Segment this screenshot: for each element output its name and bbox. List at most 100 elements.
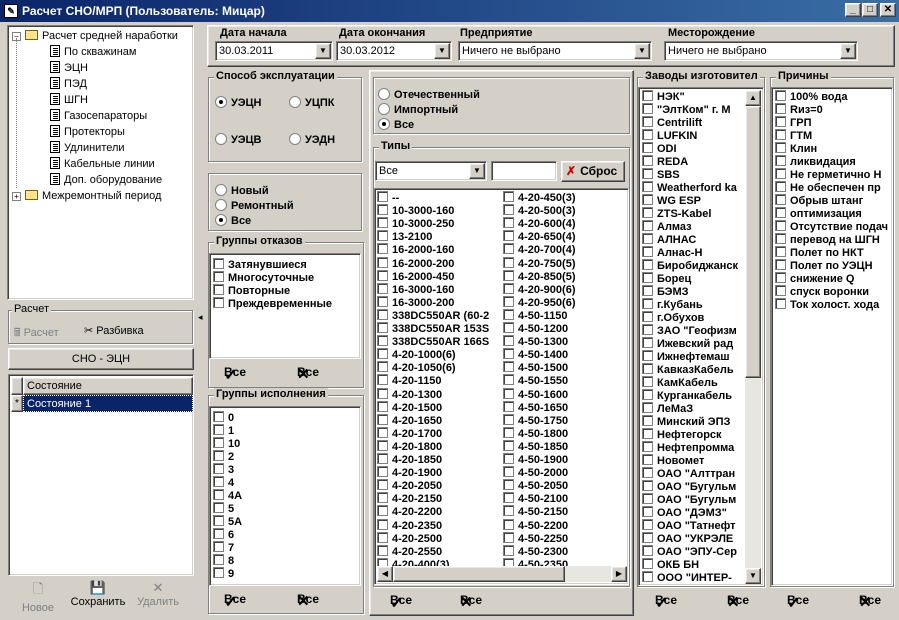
factories-scroll-thumb[interactable] xyxy=(745,106,761,378)
type-item[interactable]: 4-20-2500 xyxy=(377,531,442,545)
checkbox[interactable] xyxy=(377,243,388,255)
type-item[interactable]: 4-50-2050 xyxy=(503,479,568,492)
type-item[interactable]: 4-50-1400 xyxy=(503,348,568,361)
exec-group-item[interactable]: 8 xyxy=(213,554,234,567)
exploitation-option[interactable]: УЭЦВ xyxy=(215,133,262,146)
checkbox[interactable] xyxy=(377,348,388,360)
scroll-down-arrow-icon[interactable]: ▼ xyxy=(745,568,761,584)
checkbox[interactable] xyxy=(377,426,388,438)
checkbox[interactable] xyxy=(642,376,653,387)
factory-item[interactable]: Алмаз xyxy=(642,220,692,233)
condition-option[interactable]: Все xyxy=(215,214,251,227)
checkbox[interactable] xyxy=(642,467,653,478)
type-item[interactable]: 4-20-2550 xyxy=(377,544,442,558)
type-item[interactable]: 338DC550AR (60-2 xyxy=(377,308,489,322)
exploitation-option[interactable]: УЭЦН xyxy=(215,96,262,109)
type-item[interactable]: 4-50-1550 xyxy=(503,374,568,387)
save-button[interactable]: 💾 Сохранить xyxy=(68,580,128,608)
factory-item[interactable]: г.Кубань xyxy=(642,298,703,311)
type-item[interactable]: 4-50-1200 xyxy=(503,322,568,335)
checkbox[interactable] xyxy=(642,311,653,322)
checkbox[interactable] xyxy=(377,413,388,425)
factory-item[interactable]: LUFKIN xyxy=(642,129,697,142)
factory-item[interactable]: АЛНАС xyxy=(642,233,696,246)
origin-option[interactable]: Все xyxy=(378,118,414,131)
type-item[interactable]: 4-50-2200 xyxy=(503,518,568,532)
reason-item[interactable]: ГРП xyxy=(775,116,811,129)
factory-item[interactable]: SBS xyxy=(642,168,680,181)
exploitation-option[interactable]: УЦПК xyxy=(289,96,335,109)
condition-option[interactable]: Новый xyxy=(215,184,269,197)
checkbox[interactable] xyxy=(503,439,514,451)
factory-item[interactable]: Новомет xyxy=(642,454,704,467)
checkbox[interactable] xyxy=(377,230,388,242)
checkbox[interactable] xyxy=(213,554,224,565)
type-item[interactable]: 4-20-1900 xyxy=(377,466,442,479)
checkbox[interactable] xyxy=(503,256,514,268)
checkbox[interactable] xyxy=(377,453,388,464)
checkbox[interactable] xyxy=(642,285,653,296)
type-item[interactable]: 16-3000-160 xyxy=(377,282,454,296)
type-item[interactable]: -- xyxy=(377,191,399,204)
checkbox[interactable] xyxy=(377,256,388,268)
checkbox[interactable] xyxy=(642,493,653,504)
type-item[interactable]: 13-2100 xyxy=(377,230,432,243)
checkbox[interactable] xyxy=(503,492,514,504)
checkbox[interactable] xyxy=(642,415,653,426)
factory-item[interactable]: Минский ЭПЗ xyxy=(642,415,730,428)
type-item[interactable]: 4-20-650(4) xyxy=(503,230,575,243)
checkbox[interactable] xyxy=(642,454,653,465)
checkbox[interactable] xyxy=(213,297,224,308)
exploitation-option[interactable]: УЭДН xyxy=(289,133,335,146)
checkbox[interactable] xyxy=(775,168,786,179)
checkbox[interactable] xyxy=(642,246,653,257)
type-item[interactable]: 4-50-2150 xyxy=(503,505,568,518)
checkbox[interactable] xyxy=(503,308,514,320)
checkbox[interactable] xyxy=(775,194,786,205)
state-grid[interactable]: Состояние * Состояние 1 xyxy=(8,374,194,576)
checkbox[interactable] xyxy=(503,531,514,543)
factory-item[interactable]: Нефтепромма xyxy=(642,441,734,454)
checkbox[interactable] xyxy=(642,142,653,153)
type-item[interactable]: 338DC550AR 153S xyxy=(377,322,489,335)
tree-node-child[interactable]: Кабельные линии xyxy=(50,156,155,172)
type-item[interactable]: 16-2000-160 xyxy=(377,243,454,256)
tree-node-child[interactable]: Удлинители xyxy=(50,140,125,156)
checkbox[interactable] xyxy=(775,233,786,244)
checkbox[interactable] xyxy=(775,285,786,296)
checkbox[interactable] xyxy=(377,492,388,504)
dropdown-arrow-icon[interactable]: ▼ xyxy=(469,163,485,179)
checkbox[interactable] xyxy=(503,466,514,478)
exec-group-item[interactable]: 1 xyxy=(213,424,234,437)
checkbox[interactable] xyxy=(377,466,388,478)
radio-button[interactable] xyxy=(215,184,227,196)
checkbox[interactable] xyxy=(377,387,388,399)
checkbox[interactable] xyxy=(503,400,514,412)
factory-item[interactable]: ODI xyxy=(642,142,677,155)
type-item[interactable]: 4-20-2150 xyxy=(377,492,442,505)
checkbox[interactable] xyxy=(377,374,388,386)
checkbox[interactable] xyxy=(775,181,786,192)
factory-item[interactable]: ООО "ИНТЕР- xyxy=(642,571,732,584)
checkbox[interactable] xyxy=(503,348,514,360)
checkbox[interactable] xyxy=(642,519,653,530)
checkbox[interactable] xyxy=(775,142,786,153)
type-item[interactable]: 4-20-750(5) xyxy=(503,256,575,270)
tree-node-child[interactable]: ШГН xyxy=(50,92,88,108)
company-select[interactable]: Ничего не выбрано ▼ xyxy=(458,41,652,61)
dropdown-arrow-icon[interactable]: ▼ xyxy=(634,43,650,59)
checkbox[interactable] xyxy=(377,479,388,491)
checkbox[interactable] xyxy=(642,129,653,140)
type-item[interactable]: 4-20-2350 xyxy=(377,518,442,532)
type-item[interactable]: 4-20-450(3) xyxy=(503,191,575,204)
checkbox[interactable] xyxy=(503,426,514,438)
checkbox[interactable] xyxy=(642,220,653,231)
type-item[interactable]: 4-50-1500 xyxy=(503,361,568,374)
checkbox[interactable] xyxy=(642,558,653,569)
checkbox[interactable] xyxy=(377,544,388,556)
factory-item[interactable]: ZTS-Kabel xyxy=(642,207,711,220)
tree-node-root[interactable]: + Межремонтный период xyxy=(12,188,161,204)
checkbox[interactable] xyxy=(213,463,224,474)
checkbox[interactable] xyxy=(642,428,653,439)
checkbox[interactable] xyxy=(213,476,224,487)
